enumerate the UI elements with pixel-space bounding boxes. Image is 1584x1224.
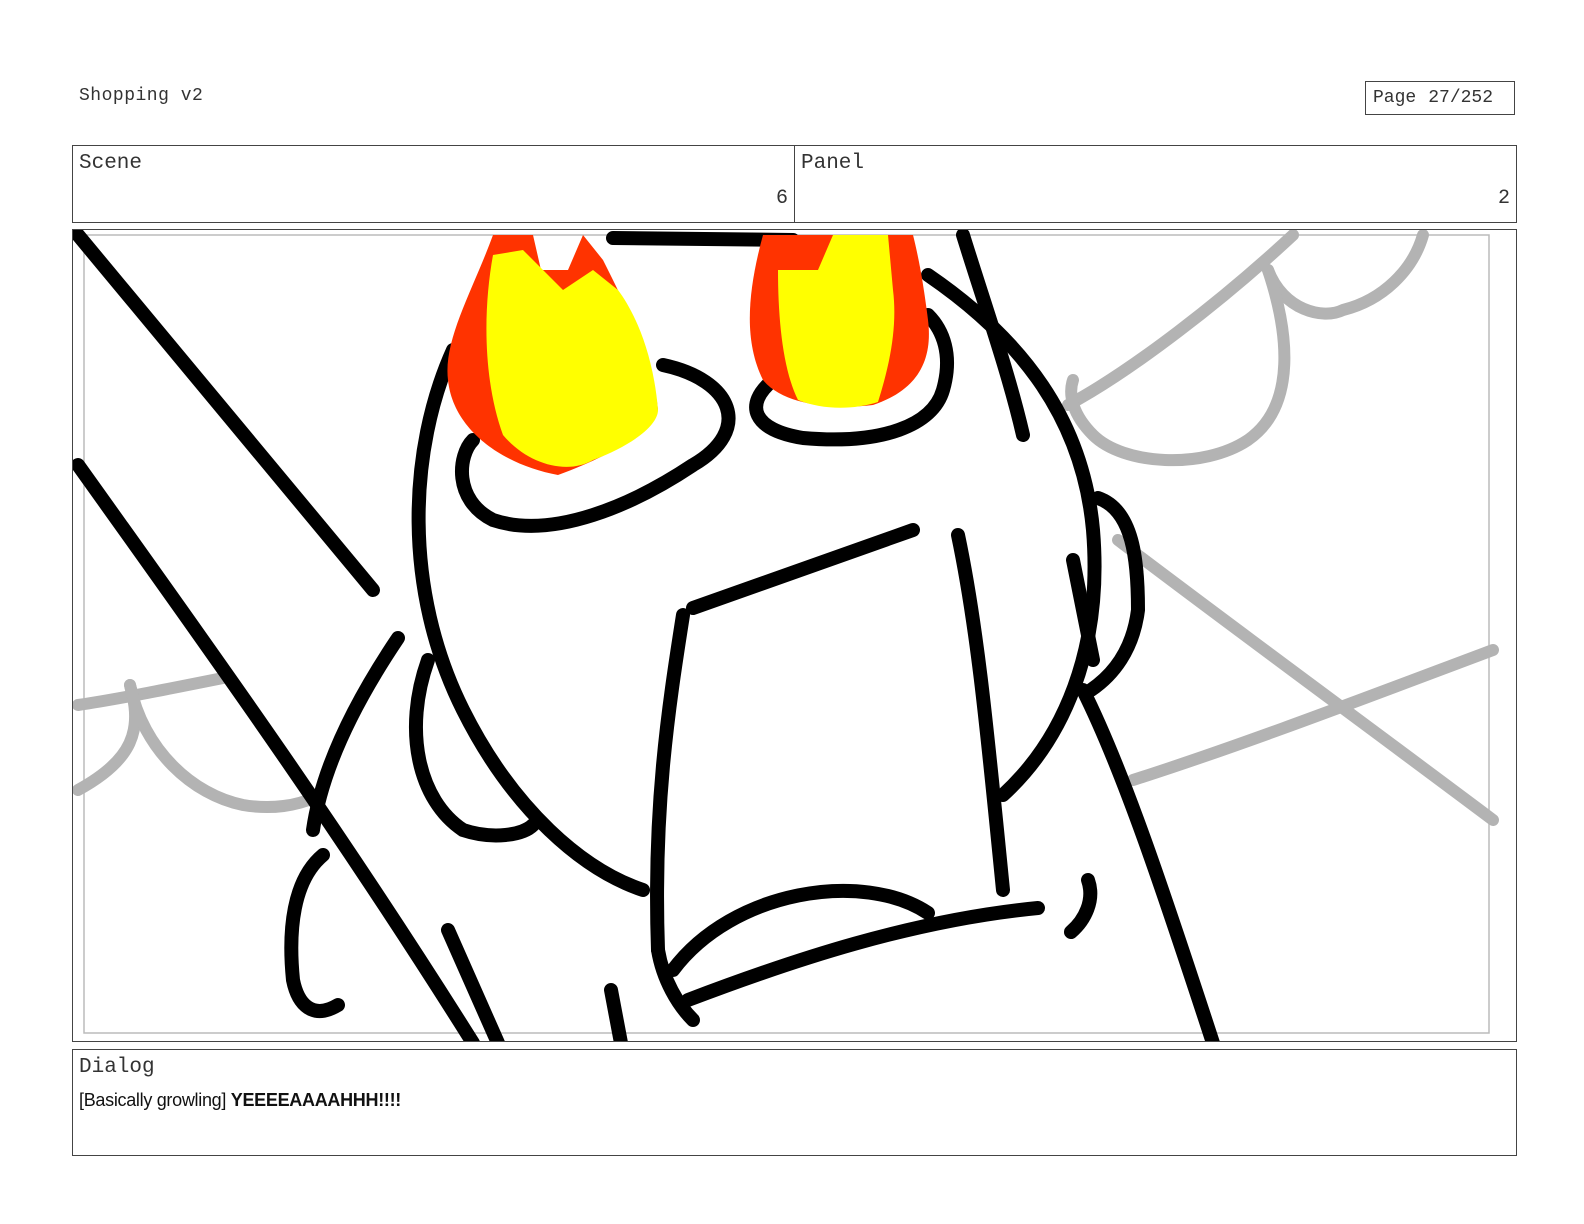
body-right-line	[1076, 683, 1220, 1041]
arm-shadow-line	[306, 631, 405, 837]
mouth-right	[951, 528, 1010, 897]
storyboard-drawing	[73, 230, 1499, 1041]
rope-line-right	[1127, 644, 1499, 786]
mouth-left	[650, 608, 690, 957]
page-number: 27/252	[1428, 88, 1494, 108]
rope-line-left	[73, 672, 229, 711]
dialog-label: Dialog	[79, 1056, 155, 1079]
scene-label: Scene	[79, 152, 143, 175]
bunting-left-b	[124, 679, 319, 813]
ear-left	[408, 653, 540, 843]
hand-left-outline	[284, 848, 345, 1018]
bunting-upper-right	[1262, 230, 1429, 320]
page-indicator: Page 27/252	[1365, 81, 1515, 115]
bunting-upper-middle	[1065, 264, 1291, 467]
panel-cell: Panel 2	[794, 146, 1516, 222]
panel-label: Panel	[801, 152, 865, 175]
document-title: Shopping v2	[79, 86, 204, 106]
dialog-text: [Basically growling] YEEEEAAAAHHH!!!!	[79, 1090, 401, 1111]
neck-line	[604, 983, 628, 1041]
panel-number: 2	[1497, 187, 1510, 210]
body-accent-line	[1064, 873, 1098, 939]
dialog-direction: [Basically growling]	[79, 1090, 227, 1110]
scene-number: 6	[775, 187, 788, 210]
mouth-top	[686, 523, 920, 615]
rope-line-upper	[1062, 230, 1299, 411]
storyboard-frame	[72, 229, 1517, 1042]
dialog-line: YEEEEAAAAHHH!!!!	[230, 1090, 402, 1110]
dialog-box: Dialog [Basically growling] YEEEEAAAAHHH…	[72, 1049, 1517, 1156]
rope-line-diagonal	[1112, 534, 1499, 826]
page-label: Page	[1373, 88, 1417, 108]
scene-panel-row: Scene 6 Panel 2	[72, 145, 1517, 223]
scene-cell: Scene 6	[73, 146, 794, 222]
